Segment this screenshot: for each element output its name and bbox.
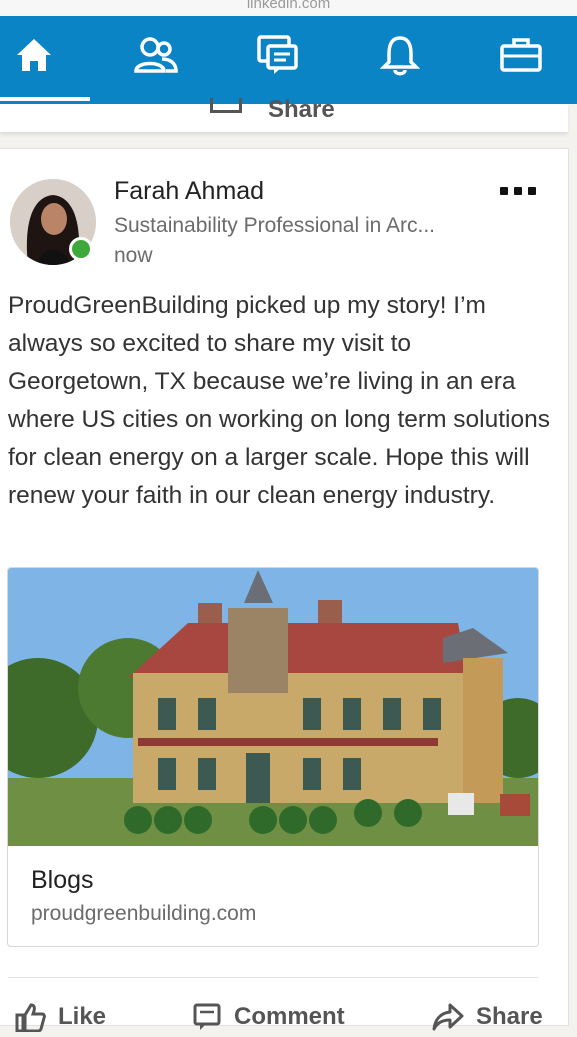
compose-icon bbox=[210, 98, 242, 113]
more-dot-icon bbox=[514, 187, 522, 195]
browser-url-strip: linkedin.com bbox=[0, 0, 577, 16]
messaging-icon bbox=[257, 35, 298, 74]
comment-icon bbox=[193, 1003, 221, 1030]
nav-notifications[interactable] bbox=[370, 30, 430, 80]
link-title: Blogs bbox=[31, 866, 94, 894]
post-timestamp: now bbox=[114, 244, 153, 267]
share-box-label: Share bbox=[268, 96, 335, 123]
nav-jobs[interactable] bbox=[491, 30, 551, 80]
briefcase-icon bbox=[500, 38, 542, 72]
people-icon bbox=[134, 37, 178, 73]
actions-divider bbox=[8, 977, 538, 978]
like-button[interactable]: Like bbox=[14, 997, 106, 1037]
more-dot-icon bbox=[500, 187, 508, 195]
nav-active-indicator bbox=[0, 97, 90, 101]
nav-my-network[interactable] bbox=[126, 30, 186, 80]
nav-messaging[interactable] bbox=[248, 30, 308, 80]
shared-link-card[interactable]: Blogs proudgreenbuilding.com bbox=[7, 567, 539, 947]
nav-home[interactable] bbox=[4, 30, 64, 80]
home-icon bbox=[17, 39, 51, 71]
share-arrow-icon bbox=[432, 1003, 464, 1031]
online-status-dot bbox=[69, 237, 93, 261]
feed-post-card: Farah Ahmad Sustainability Professional … bbox=[0, 148, 569, 1032]
share-label: Share bbox=[476, 1003, 543, 1030]
thumbs-up-icon bbox=[15, 1003, 46, 1032]
author-name[interactable]: Farah Ahmad bbox=[114, 177, 264, 206]
like-label: Like bbox=[58, 1003, 107, 1030]
more-dot-icon bbox=[528, 187, 536, 195]
comment-label: Comment bbox=[234, 1003, 345, 1030]
share-box[interactable]: Share bbox=[0, 96, 568, 133]
comment-button[interactable]: Comment bbox=[192, 997, 345, 1037]
share-button[interactable]: Share bbox=[432, 997, 543, 1037]
more-options-button[interactable] bbox=[500, 187, 544, 197]
top-navigation-bar bbox=[0, 16, 577, 104]
link-preview-image bbox=[8, 568, 538, 846]
link-domain: proudgreenbuilding.com bbox=[31, 902, 257, 925]
post-body-text: ProudGreenBuilding picked up my story! I… bbox=[8, 292, 550, 509]
browser-url-text: linkedin.com bbox=[246, 0, 331, 12]
author-headline: Sustainability Professional in Arc... bbox=[114, 214, 435, 237]
bell-icon bbox=[380, 36, 420, 76]
